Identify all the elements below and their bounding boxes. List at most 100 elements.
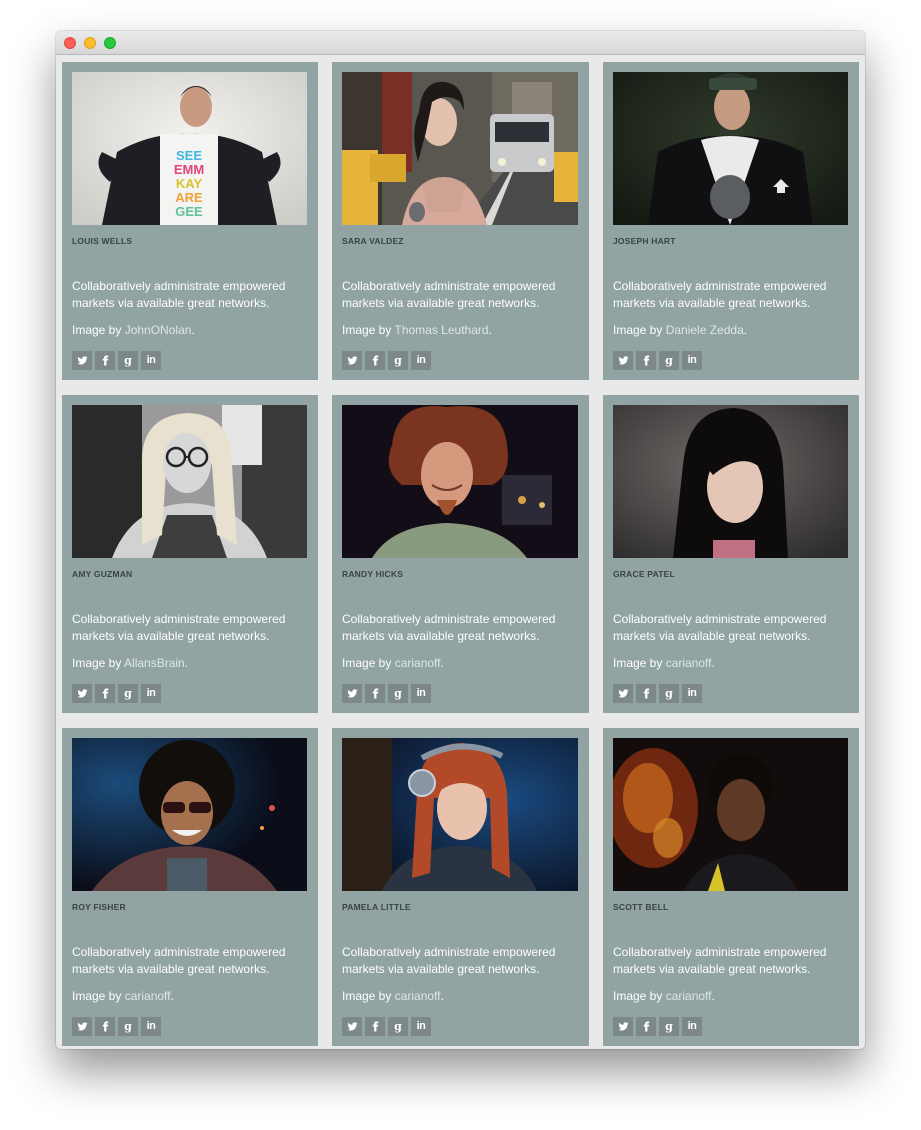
- social-links: g in: [72, 351, 161, 370]
- facebook-icon[interactable]: [365, 684, 385, 703]
- twitter-icon[interactable]: [72, 351, 92, 370]
- team-member-photo: [72, 738, 307, 891]
- google-plus-icon[interactable]: g: [659, 351, 679, 370]
- linkedin-icon[interactable]: in: [141, 351, 161, 370]
- credit-prefix: Image by: [72, 323, 122, 337]
- credit-author-link[interactable]: carianoff: [395, 989, 441, 1003]
- facebook-icon[interactable]: [636, 684, 656, 703]
- google-plus-icon[interactable]: g: [659, 684, 679, 703]
- social-links: g in: [342, 1017, 431, 1036]
- twitter-icon[interactable]: [342, 351, 362, 370]
- member-name: PAMELA LITTLE: [342, 902, 411, 912]
- facebook-icon[interactable]: [95, 684, 115, 703]
- team-member-photo: [342, 72, 578, 225]
- image-credit: Image by carianoff.: [72, 989, 174, 1003]
- member-name: GRACE PATEL: [613, 569, 675, 579]
- image-credit: Image by carianoff.: [342, 989, 444, 1003]
- credit-prefix: Image by: [342, 323, 392, 337]
- credit-author-link[interactable]: carianoff: [395, 656, 441, 670]
- team-card: SCOTT BELL Collaboratively administrate …: [603, 728, 859, 1046]
- linkedin-icon[interactable]: in: [141, 1017, 161, 1036]
- facebook-icon[interactable]: [365, 1017, 385, 1036]
- image-credit: Image by carianoff.: [613, 656, 715, 670]
- image-credit: Image by carianoff.: [613, 989, 715, 1003]
- credit-author-link[interactable]: Thomas Leuthard: [394, 323, 488, 337]
- linkedin-icon[interactable]: in: [141, 684, 161, 703]
- credit-suffix: .: [184, 656, 189, 670]
- credit-prefix: Image by: [613, 323, 663, 337]
- team-member-photo: SEE EMM KAY ARE GEE: [72, 72, 307, 225]
- twitter-icon[interactable]: [72, 1017, 92, 1036]
- credit-suffix: .: [440, 656, 444, 670]
- credit-prefix: Image by: [342, 656, 392, 670]
- linkedin-icon[interactable]: in: [411, 684, 431, 703]
- credit-prefix: Image by: [72, 989, 122, 1003]
- google-plus-icon[interactable]: g: [118, 351, 138, 370]
- credit-author-link[interactable]: AllansBrain: [124, 656, 185, 670]
- credit-prefix: Image by: [613, 656, 663, 670]
- member-description: Collaboratively administrate empowered m…: [72, 612, 286, 643]
- team-member-photo: [613, 738, 848, 891]
- twitter-icon[interactable]: [613, 351, 633, 370]
- credit-author-link[interactable]: carianoff: [125, 989, 171, 1003]
- google-plus-icon[interactable]: g: [388, 351, 408, 370]
- team-member-photo: [342, 405, 578, 558]
- credit-author-link[interactable]: carianoff: [666, 989, 712, 1003]
- google-plus-icon[interactable]: g: [118, 1017, 138, 1036]
- team-card: SARA VALDEZ Collaboratively administrate…: [332, 62, 589, 380]
- twitter-icon[interactable]: [613, 1017, 633, 1036]
- member-name: LOUIS WELLS: [72, 236, 133, 246]
- team-card: RANDY HICKS Collaboratively administrate…: [332, 395, 589, 713]
- facebook-icon[interactable]: [95, 351, 115, 370]
- linkedin-icon[interactable]: in: [682, 1017, 702, 1036]
- twitter-icon[interactable]: [342, 1017, 362, 1036]
- member-name: SARA VALDEZ: [342, 236, 404, 246]
- credit-suffix: .: [488, 323, 492, 337]
- facebook-icon[interactable]: [95, 1017, 115, 1036]
- credit-author-link[interactable]: carianoff: [666, 656, 712, 670]
- social-links: g in: [342, 351, 431, 370]
- twitter-icon[interactable]: [613, 684, 633, 703]
- linkedin-icon[interactable]: in: [682, 684, 702, 703]
- facebook-icon[interactable]: [636, 351, 656, 370]
- member-description: Collaboratively administrate empowered m…: [72, 945, 286, 976]
- member-description: Collaboratively administrate empowered m…: [72, 279, 286, 310]
- credit-suffix: .: [191, 323, 195, 337]
- team-card: AMY GUZMAN Collaboratively administrate …: [62, 395, 318, 713]
- team-card: ROY FISHER Collaboratively administrate …: [62, 728, 318, 1046]
- credit-suffix: .: [711, 989, 715, 1003]
- twitter-icon[interactable]: [72, 684, 92, 703]
- credit-suffix: .: [440, 989, 444, 1003]
- social-links: g in: [613, 351, 702, 370]
- google-plus-icon[interactable]: g: [388, 1017, 408, 1036]
- svg-text:KAY: KAY: [176, 176, 203, 191]
- team-card: PAMELA LITTLE Collaboratively administra…: [332, 728, 589, 1046]
- credit-author-link[interactable]: JohnONolan: [125, 323, 192, 337]
- linkedin-icon[interactable]: in: [411, 351, 431, 370]
- minimize-window-button[interactable]: [84, 37, 96, 49]
- team-card: JOSEPH HART Collaboratively administrate…: [603, 62, 859, 380]
- zoom-window-button[interactable]: [104, 37, 116, 49]
- social-links: g in: [72, 1017, 161, 1036]
- twitter-icon[interactable]: [342, 684, 362, 703]
- google-plus-icon[interactable]: g: [388, 684, 408, 703]
- linkedin-icon[interactable]: in: [411, 1017, 431, 1036]
- google-plus-icon[interactable]: g: [659, 1017, 679, 1036]
- linkedin-icon[interactable]: in: [682, 351, 702, 370]
- member-name: AMY GUZMAN: [72, 569, 133, 579]
- browser-window: SEE EMM KAY ARE GEE LOUIS WELLS Collabor…: [56, 31, 865, 1049]
- close-window-button[interactable]: [64, 37, 76, 49]
- image-credit: Image by AllansBrain.: [72, 656, 188, 670]
- facebook-icon[interactable]: [365, 351, 385, 370]
- google-plus-icon[interactable]: g: [118, 684, 138, 703]
- credit-prefix: Image by: [72, 656, 122, 670]
- credit-suffix: .: [711, 656, 715, 670]
- member-name: SCOTT BELL: [613, 902, 669, 912]
- member-description: Collaboratively administrate empowered m…: [613, 612, 827, 643]
- credit-author-link[interactable]: Daniele Zedda: [666, 323, 744, 337]
- member-description: Collaboratively administrate empowered m…: [613, 279, 827, 310]
- team-member-photo: [613, 72, 848, 225]
- image-credit: Image by Thomas Leuthard.: [342, 323, 492, 337]
- member-description: Collaboratively administrate empowered m…: [613, 945, 827, 976]
- facebook-icon[interactable]: [636, 1017, 656, 1036]
